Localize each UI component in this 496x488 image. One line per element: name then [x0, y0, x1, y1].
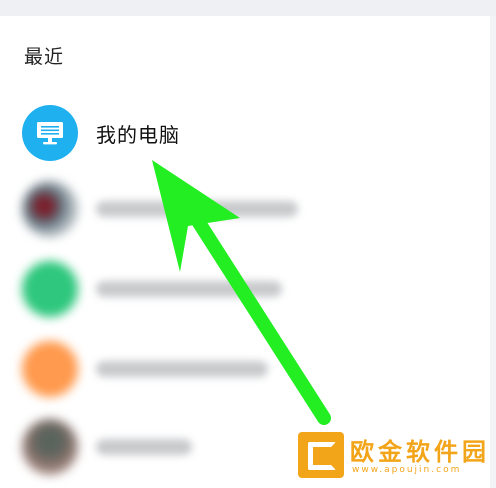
watermark: 欧金软件园 www.apoujin.com: [296, 424, 492, 488]
brand-logo-icon: [298, 432, 344, 478]
watermark-url: www.apoujin.com: [352, 465, 462, 475]
annotation-arrow-icon: [152, 160, 331, 425]
watermark-title: 欧金软件园: [350, 438, 490, 466]
